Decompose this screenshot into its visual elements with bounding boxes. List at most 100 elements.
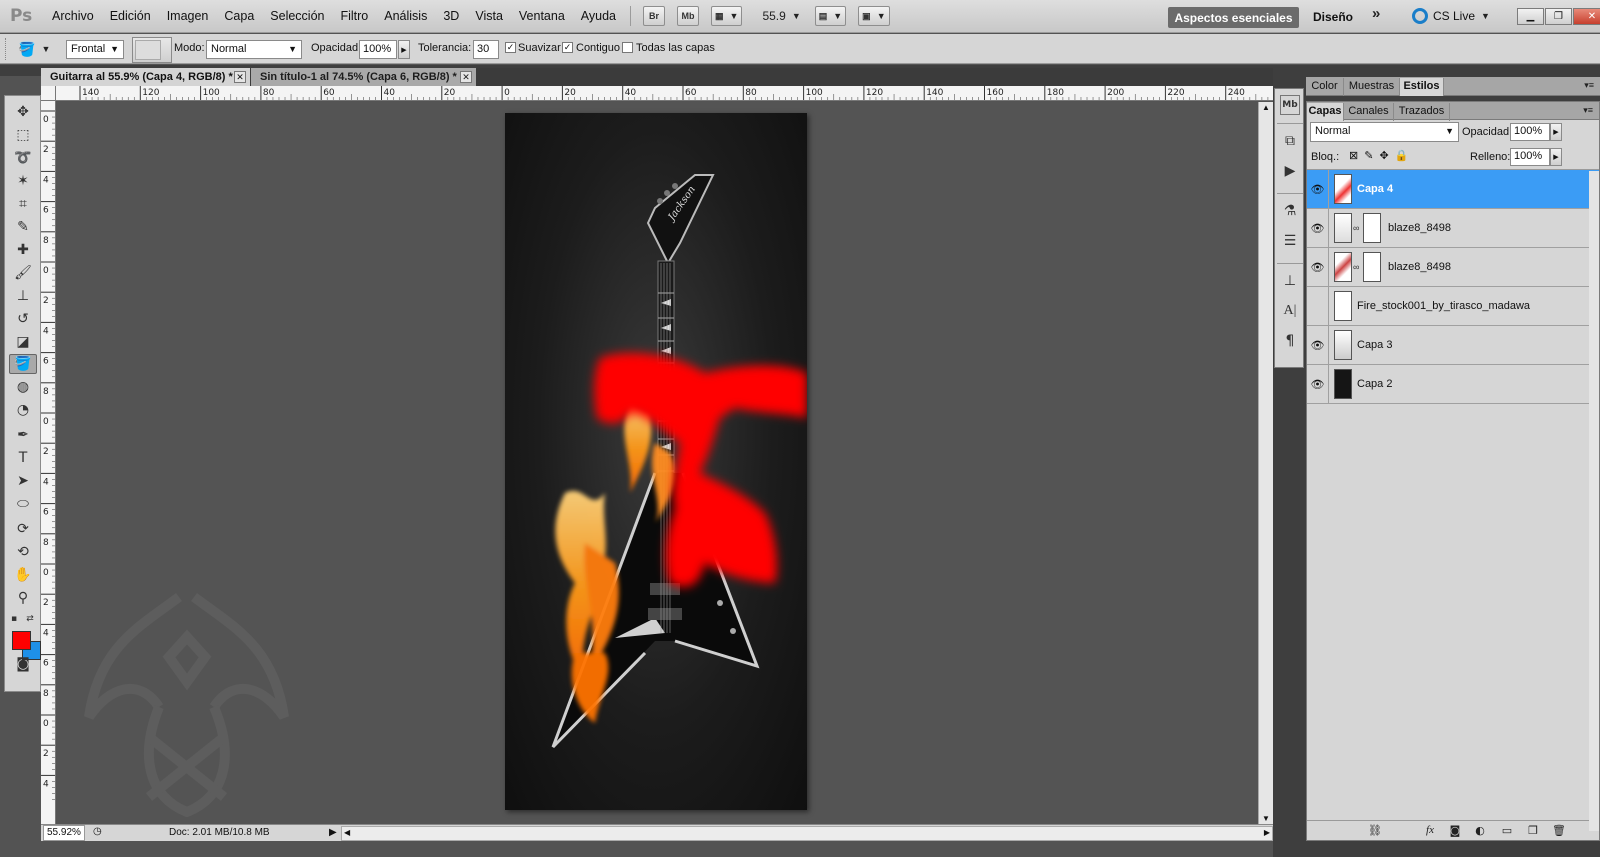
canvas-area[interactable]: Jackson xyxy=(57,102,1258,824)
brush-tool-icon[interactable]: 🖌 xyxy=(9,263,37,283)
menu-filtro[interactable]: Filtro xyxy=(332,0,376,33)
restore-button[interactable]: ❐ xyxy=(1545,8,1572,25)
layer-row-fire-stock[interactable]: Fire_stock001_by_tirasco_madawa xyxy=(1307,287,1599,326)
tab-color[interactable]: Color xyxy=(1306,78,1344,96)
layer-row-capa-4[interactable]: 👁 Capa 4 xyxy=(1307,170,1599,209)
menu-archivo[interactable]: Archivo xyxy=(44,0,102,33)
vertical-scrollbar[interactable]: ▲ ▼ xyxy=(1258,102,1273,824)
zoom-percent-input[interactable]: 55.92% xyxy=(43,825,85,841)
bridge-button[interactable]: Br xyxy=(643,6,666,26)
add-mask-icon[interactable]: ◙ xyxy=(1447,824,1463,838)
character-panel-icon[interactable]: A| xyxy=(1280,303,1300,323)
history-brush-tool-icon[interactable]: ↺ xyxy=(9,309,37,329)
chain-link-icon[interactable]: ∞ xyxy=(1353,223,1359,233)
paragraph-panel-icon[interactable]: ¶ xyxy=(1280,333,1300,353)
minimize-button[interactable]: ▁ xyxy=(1517,8,1544,25)
tab-guitarra[interactable]: Guitarra al 55.9% (Capa 4, RGB/8) * ✕ xyxy=(41,68,250,86)
menu-3d[interactable]: 3D xyxy=(435,0,467,33)
menu-seleccion[interactable]: Selección xyxy=(262,0,332,33)
panel-menu-icon[interactable]: ▾≡ xyxy=(1583,105,1593,116)
marquee-tool-icon[interactable]: ⬚ xyxy=(9,125,37,145)
workspace-essentials-button[interactable]: Aspectos esenciales xyxy=(1168,7,1299,28)
cs-live-button[interactable]: CS Live ▼ xyxy=(1412,8,1490,24)
ruler-origin[interactable] xyxy=(41,86,56,101)
layer-opacity-input[interactable]: 100% xyxy=(1510,123,1550,141)
close-icon[interactable]: ✕ xyxy=(460,71,472,83)
crop-tool-icon[interactable]: ⌗ xyxy=(9,194,37,214)
menu-ventana[interactable]: Ventana xyxy=(511,0,573,33)
mini-bridge-button[interactable]: Mb xyxy=(677,6,700,26)
panel-menu-icon[interactable]: ▾≡ xyxy=(1584,80,1594,91)
tab-estilos[interactable]: Estilos xyxy=(1400,78,1444,96)
shape-tool-icon[interactable]: ⬭ xyxy=(9,494,37,514)
chain-link-icon[interactable]: ∞ xyxy=(1353,262,1359,272)
menu-analisis[interactable]: Análisis xyxy=(376,0,435,33)
blur-tool-icon[interactable]: ◍ xyxy=(9,377,37,397)
fill-source-select[interactable]: Frontal ▼ xyxy=(66,40,124,59)
layers-scrollbar[interactable] xyxy=(1589,171,1599,831)
mini-bridge-panel-icon[interactable]: Mb xyxy=(1280,95,1300,115)
document-size-info[interactable]: Doc: 2.01 MB/10.8 MB xyxy=(169,825,270,841)
lasso-tool-icon[interactable]: ➰ xyxy=(9,148,37,168)
fill-input[interactable]: 100% xyxy=(1510,148,1550,166)
scroll-up-icon[interactable]: ▲ xyxy=(1262,103,1270,112)
status-info-icon[interactable]: ◷ xyxy=(93,826,102,837)
paint-bucket-preset-icon[interactable]: 🪣 ▼ xyxy=(18,38,58,60)
default-colors-icon[interactable]: ▪ xyxy=(7,609,21,629)
eyedropper-tool-icon[interactable]: ✎ xyxy=(9,217,37,237)
blend-mode-select[interactable]: Normal ▼ xyxy=(1310,122,1459,142)
layer-row-capa-3[interactable]: 👁 Capa 3 xyxy=(1307,326,1599,365)
new-group-icon[interactable]: ▭ xyxy=(1499,824,1515,838)
swap-colors-icon[interactable]: ⇄ xyxy=(23,609,37,629)
antialias-checkbox[interactable]: ✓ xyxy=(505,42,516,53)
scroll-left-icon[interactable]: ◀ xyxy=(344,828,350,837)
layer-row-blaze-1[interactable]: 👁 ∞ blaze8_8498 xyxy=(1307,209,1599,248)
new-layer-icon[interactable]: ❐ xyxy=(1525,824,1541,838)
menu-imagen[interactable]: Imagen xyxy=(159,0,217,33)
pen-tool-icon[interactable]: ✒ xyxy=(9,425,37,445)
eraser-tool-icon[interactable]: ◪ xyxy=(9,332,37,352)
lock-transparency-icon[interactable]: ⊠ xyxy=(1349,149,1358,162)
layer-mask-thumbnail[interactable] xyxy=(1363,252,1381,282)
tab-canales[interactable]: Canales xyxy=(1344,103,1394,121)
tab-capas[interactable]: Capas xyxy=(1307,103,1344,121)
tab-trazados[interactable]: Trazados xyxy=(1394,103,1450,121)
tab-muestras[interactable]: Muestras xyxy=(1344,78,1400,96)
visibility-eye-icon[interactable]: 👁 xyxy=(1307,209,1329,247)
hand-tool-icon[interactable]: ✋ xyxy=(9,565,37,585)
horizontal-scrollbar[interactable]: ◀ ▶ xyxy=(341,826,1273,841)
layer-opacity-slider-toggle[interactable]: ▶ xyxy=(1550,123,1562,141)
document-image[interactable]: Jackson xyxy=(505,113,807,810)
move-tool-icon[interactable]: ✥ xyxy=(9,102,37,122)
clone-source-panel-icon[interactable]: ⊥ xyxy=(1280,273,1300,293)
path-selection-tool-icon[interactable]: ➤ xyxy=(9,471,37,491)
menu-capa[interactable]: Capa xyxy=(216,0,262,33)
screen-mode-button[interactable]: ▣ ▼ xyxy=(858,6,890,26)
tab-sin-titulo[interactable]: Sin título-1 al 74.5% (Capa 6, RGB/8) * … xyxy=(251,68,476,86)
tolerance-input[interactable]: 30 xyxy=(473,40,499,59)
layer-style-icon[interactable]: fx xyxy=(1422,824,1438,838)
contiguous-checkbox[interactable]: ✓ xyxy=(562,42,573,53)
horizontal-ruler[interactable]: 140 120 100 80 60 40 20 0 20 40 60 80 100 120 140 160 18… xyxy=(56,86,1273,101)
view-extras-button[interactable]: ▦ ▼ xyxy=(711,6,743,26)
trash-icon[interactable]: 🗑 xyxy=(1551,824,1567,838)
layer-mask-thumbnail[interactable] xyxy=(1363,213,1381,243)
link-layers-icon[interactable]: ⛓ xyxy=(1367,824,1383,838)
layer-row-capa-2[interactable]: 👁 Capa 2 xyxy=(1307,365,1599,404)
zoom-tool-icon[interactable]: ⚲ xyxy=(9,588,37,608)
quick-mask-icon[interactable]: ◙ xyxy=(9,654,37,674)
layer-row-blaze-2[interactable]: 👁 ∞ blaze8_8498 xyxy=(1307,248,1599,287)
3d-orbit-tool-icon[interactable]: ⟲ xyxy=(9,542,37,562)
vertical-ruler[interactable]: 0 2 4 6 8 0 2 4 6 8 0 2 4 6 8 0 2 4 6 8 0 2 4 xyxy=(41,101,56,824)
adjustments-panel-icon[interactable]: ⚗ xyxy=(1280,203,1300,223)
all-layers-checkbox[interactable] xyxy=(622,42,633,53)
mode-select[interactable]: Normal ▼ xyxy=(206,40,302,59)
foreground-color-swatch[interactable] xyxy=(12,631,31,650)
opacity-input[interactable]: 100% xyxy=(359,40,397,59)
history-panel-icon[interactable]: ⧉ xyxy=(1280,133,1300,153)
more-workspaces-icon[interactable]: » xyxy=(1372,5,1380,22)
options-bar-grip[interactable] xyxy=(5,38,9,60)
type-tool-icon[interactable]: T xyxy=(9,448,37,468)
workspace-design-button[interactable]: Diseño xyxy=(1313,7,1353,28)
lock-pixels-icon[interactable]: ✎ xyxy=(1364,149,1373,162)
